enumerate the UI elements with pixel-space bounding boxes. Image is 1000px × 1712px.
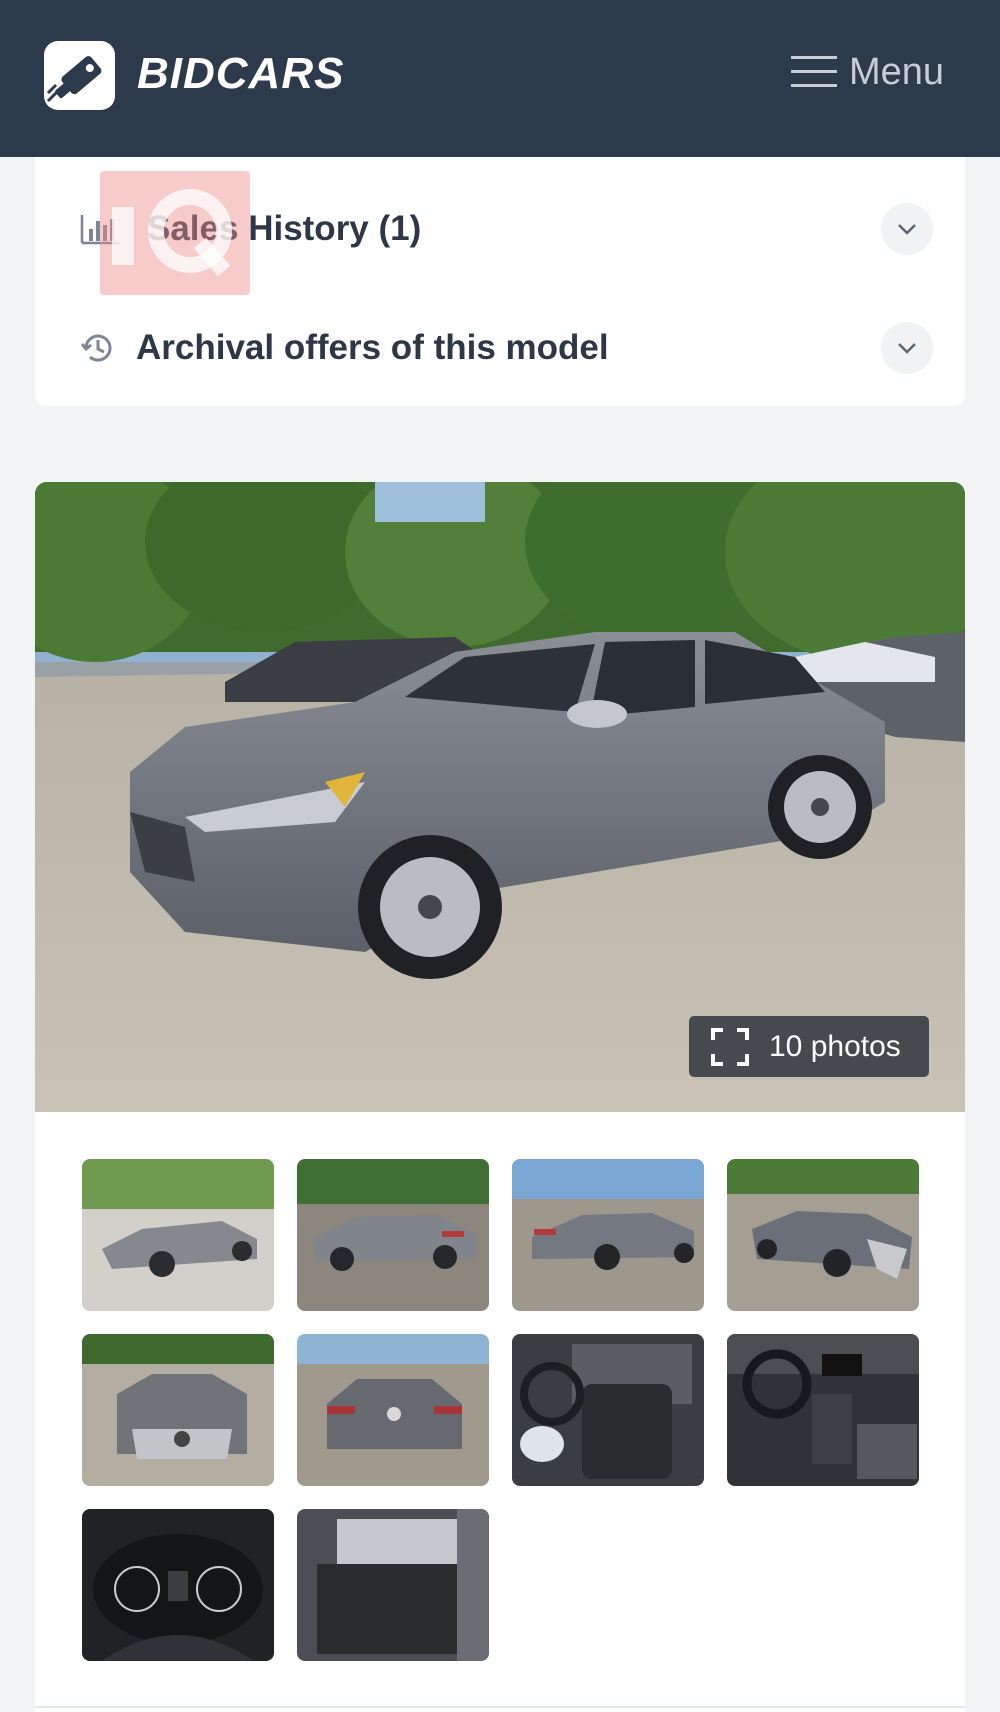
fullscreen-icon (711, 1027, 749, 1066)
thumbnail-8[interactable] (727, 1334, 919, 1486)
thumbnail-9[interactable] (82, 1509, 274, 1661)
chevron-down-icon[interactable] (881, 203, 933, 255)
thumbnail-6[interactable] (297, 1334, 489, 1486)
chevron-down-icon[interactable] (881, 322, 933, 374)
archival-offers-label: Archival offers of this model (136, 328, 609, 367)
photos-count-label: 10 photos (769, 1029, 901, 1063)
thumbnail-10[interactable] (297, 1509, 489, 1661)
hamburger-icon (790, 56, 837, 87)
menu-label: Menu (848, 51, 944, 93)
archival-offers-row[interactable]: Archival offers of this model (35, 303, 965, 393)
key-tag-icon[interactable] (44, 41, 115, 110)
thumbnail-1[interactable] (82, 1159, 274, 1311)
thumbnail-7[interactable] (512, 1334, 704, 1486)
thumbnail-3[interactable] (512, 1159, 704, 1311)
iq-watermark-logo (100, 171, 250, 295)
divider (35, 1706, 965, 1708)
history-icon (80, 334, 112, 362)
brand-name[interactable]: BIDCARS (137, 44, 344, 104)
main-car-photo[interactable]: 10 photos (35, 482, 965, 1112)
view-all-photos-button[interactable]: 10 photos (689, 1016, 929, 1077)
top-header: BIDCARS Menu (0, 0, 1000, 157)
thumbnail-2[interactable] (297, 1159, 489, 1311)
thumbnail-5[interactable] (82, 1334, 274, 1486)
photo-gallery: 10 photos (35, 482, 965, 1712)
thumbnail-4[interactable] (727, 1159, 919, 1311)
menu-button[interactable]: Menu (790, 42, 944, 102)
